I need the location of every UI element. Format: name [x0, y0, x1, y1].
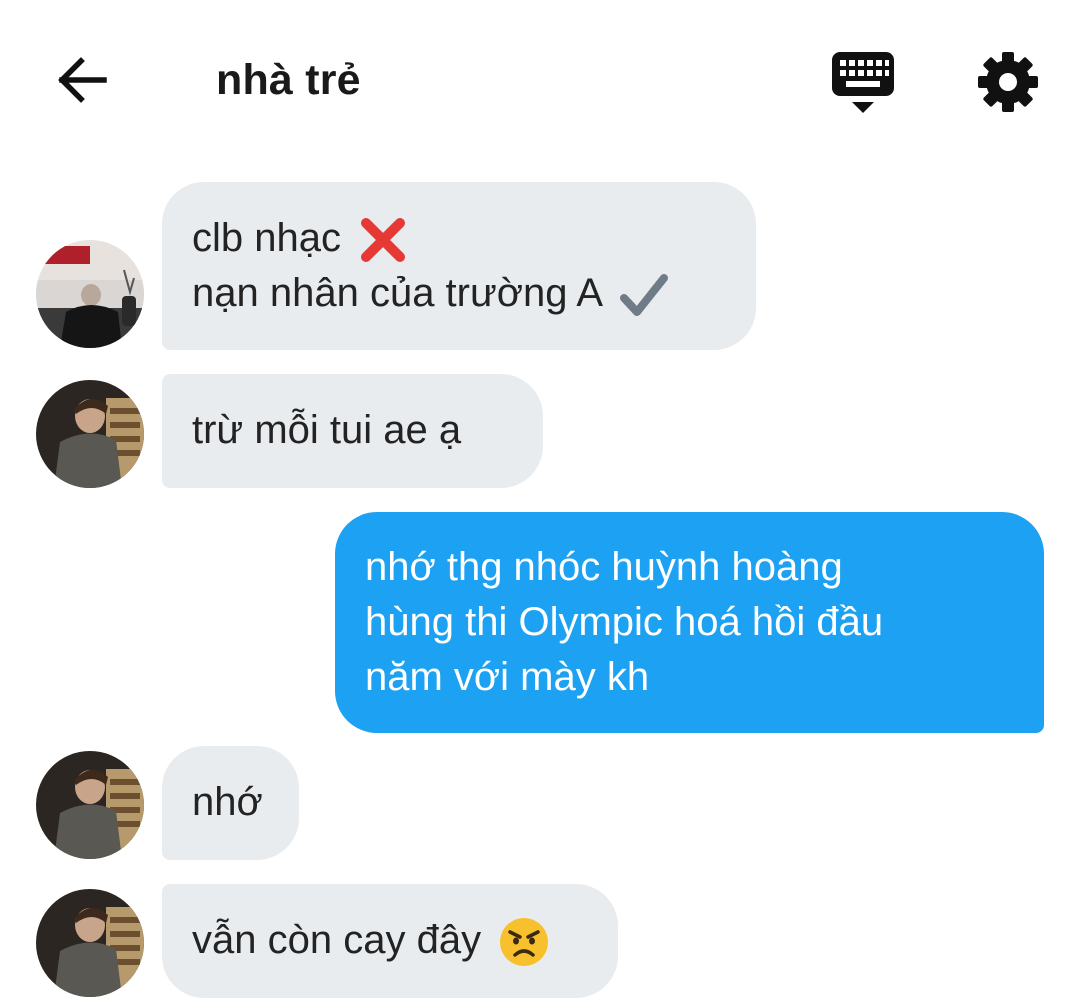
angry-face-emoji — [500, 918, 549, 967]
avatar[interactable] — [36, 380, 144, 488]
message-text: clb nhạc — [192, 216, 341, 260]
cross-mark-emoji — [361, 218, 406, 263]
message-text: nhớ — [192, 780, 263, 824]
back-button[interactable] — [52, 52, 114, 108]
message-text: nạn nhân của trường A — [192, 271, 601, 315]
gear-icon — [978, 52, 1038, 112]
avatar[interactable] — [36, 240, 144, 348]
keyboard-hide-icon — [832, 52, 894, 113]
chat-header: nhà trẻ — [0, 0, 1079, 165]
message-bubble-incoming[interactable]: trừ mỗi tui ae ạ — [162, 374, 543, 488]
message-text: trừ mỗi tui ae ạ — [192, 408, 462, 452]
avatar[interactable] — [36, 751, 144, 859]
avatar[interactable] — [36, 889, 144, 997]
message-bubble-incoming[interactable]: clb nhạc nạn nhân của trường A — [162, 182, 756, 350]
settings-button[interactable] — [974, 48, 1042, 116]
keyboard-toggle-button[interactable] — [830, 50, 898, 116]
chat-title: nhà trẻ — [216, 56, 361, 104]
message-bubble-outgoing[interactable]: nhớ thg nhóc huỳnh hoàng hùng thi Olympi… — [335, 512, 1044, 733]
message-text: vẫn còn cay đây — [192, 918, 482, 962]
message-bubble-incoming[interactable]: nhớ — [162, 746, 299, 860]
arrow-left-icon — [58, 57, 107, 103]
message-text: nhớ thg nhóc huỳnh hoàng — [365, 545, 843, 589]
message-text: hùng thi Olympic hoá hồi đầu — [365, 600, 884, 644]
message-text: năm với mày kh — [365, 655, 650, 699]
message-bubble-incoming[interactable]: vẫn còn cay đây — [162, 884, 618, 998]
check-mark-emoji — [620, 274, 668, 317]
